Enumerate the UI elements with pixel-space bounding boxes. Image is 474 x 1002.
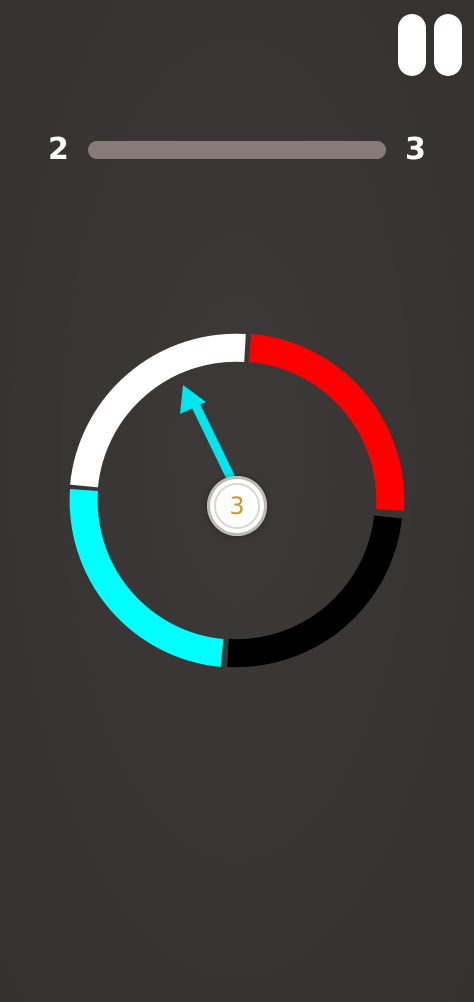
wheel-segment-black — [227, 515, 402, 668]
game-screen[interactable]: 2 3 3 — [0, 0, 474, 1002]
ball-count-badge: 3 — [207, 476, 267, 536]
wheel-segment-red — [248, 334, 405, 511]
wheel-segment-cyan — [69, 489, 224, 667]
pointer-arrow — [180, 385, 235, 481]
ball-count-value: 3 — [229, 492, 245, 520]
